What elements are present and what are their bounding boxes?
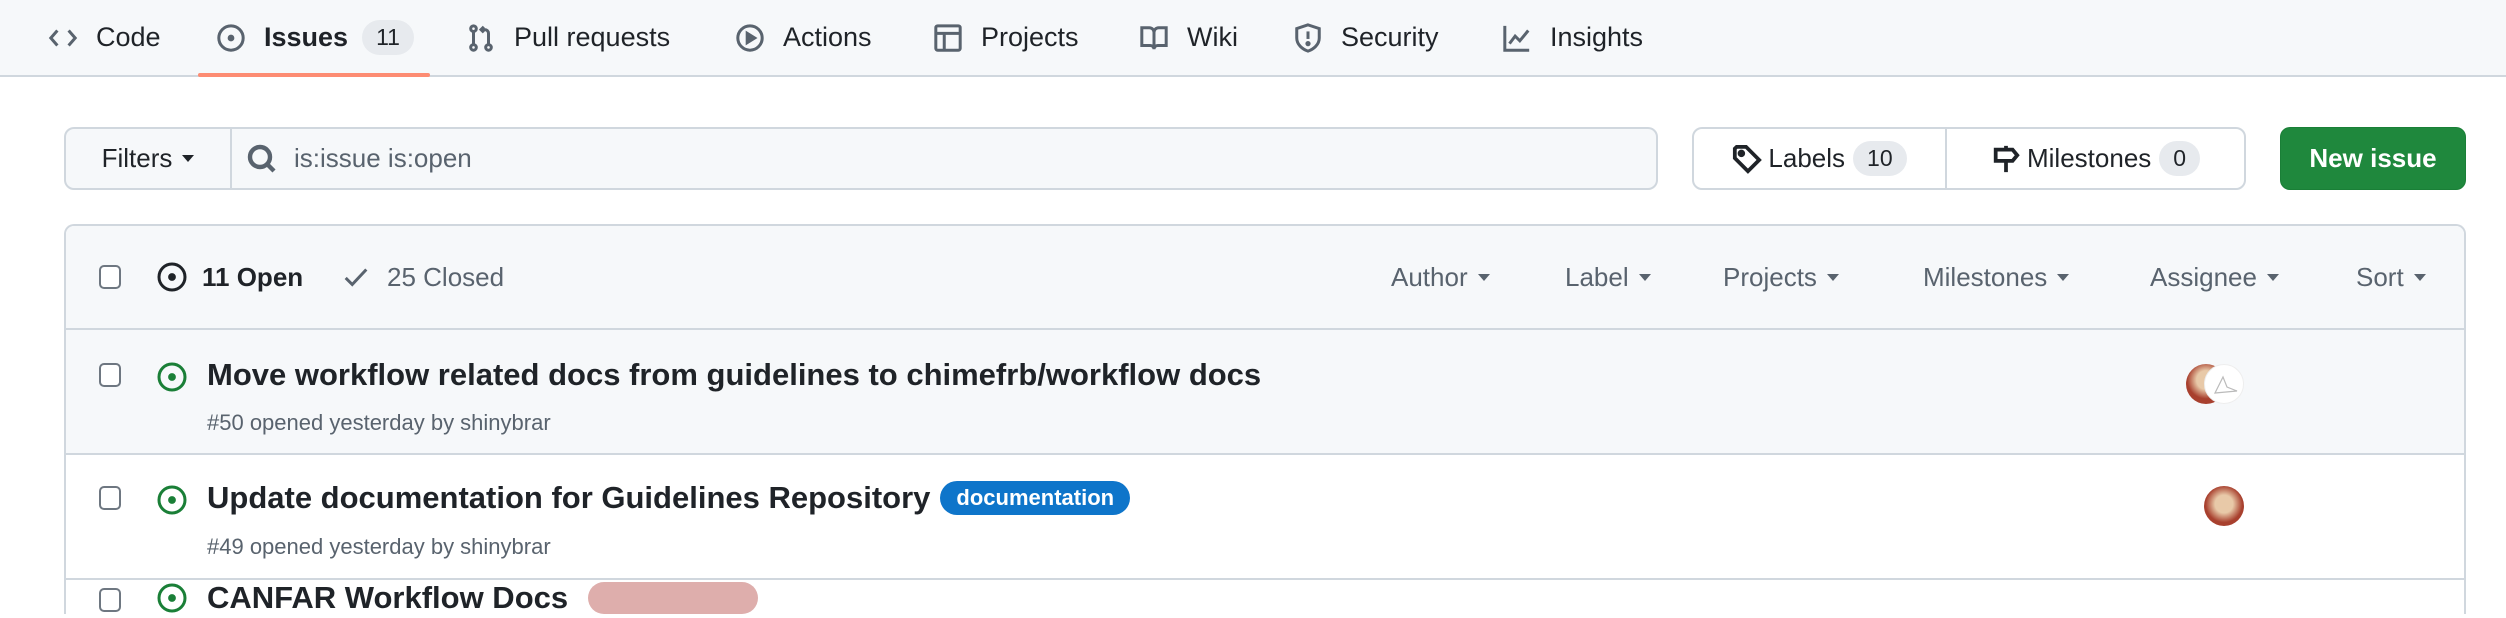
tab-insights[interactable]: Insights: [1502, 0, 1643, 75]
issue-row[interactable]: CANFAR Workflow Docs: [66, 580, 2464, 616]
shield-icon: [1295, 22, 1321, 53]
issue-title-link[interactable]: Move workflow related docs from guidelin…: [207, 357, 1261, 393]
repo-nav: Code Issues 11 Pull requests Actions Pro…: [0, 0, 2506, 77]
assignee-avatar[interactable]: [2204, 486, 2244, 526]
issue-title-link[interactable]: Update documentation for Guidelines Repo…: [207, 480, 1131, 516]
issue-opened-icon: [157, 362, 187, 392]
tab-label: Insights: [1550, 22, 1644, 52]
filter-bar: Filters: [64, 127, 1658, 190]
labels-milestones-group: Labels 10 Milestones 0: [1692, 127, 2246, 190]
code-icon: [48, 29, 78, 46]
play-icon: [736, 23, 764, 52]
issue-meta: #50 opened yesterday by shinybrar: [207, 410, 551, 435]
milestones-button[interactable]: Milestones 0: [1947, 129, 2244, 188]
tab-label: Security: [1341, 22, 1439, 52]
filter-label: Milestones: [1923, 261, 2048, 292]
closed-issues-filter[interactable]: 25 Closed: [341, 226, 504, 328]
issue-opened-icon: [157, 262, 187, 292]
tag-icon: [1733, 144, 1763, 174]
labels-count: 10: [1853, 141, 1907, 176]
tab-actions[interactable]: Actions: [735, 0, 872, 75]
issues-list-header: 11 Open 25 Closed Author Label Projects …: [66, 226, 2464, 330]
issue-opened-icon: [157, 583, 187, 613]
issue-row[interactable]: Move workflow related docs from guidelin…: [66, 330, 2464, 455]
assignee-filter[interactable]: Assignee: [2150, 226, 2279, 328]
issues-list: 11 Open 25 Closed Author Label Projects …: [64, 224, 2466, 616]
filter-label: Label: [1565, 261, 1629, 292]
tab-security[interactable]: Security: [1293, 0, 1439, 75]
tab-label: Code: [96, 22, 161, 52]
milestones-label: Milestones: [2027, 143, 2152, 173]
tab-code[interactable]: Code: [48, 0, 161, 75]
issue-title: CANFAR Workflow Docs: [207, 580, 569, 615]
filter-label: Projects: [1723, 261, 1817, 292]
tab-pull-requests[interactable]: Pull requests: [466, 0, 670, 75]
issue-label[interactable]: [588, 582, 759, 614]
select-all-checkbox[interactable]: [99, 265, 121, 289]
table-icon: [934, 23, 962, 52]
caret-down-icon: [2413, 273, 2426, 281]
check-icon: [344, 268, 368, 287]
tab-label: Wiki: [1187, 22, 1238, 52]
filter-label: Author: [1391, 261, 1468, 292]
filters-label: Filters: [101, 143, 173, 173]
avatar-image: [2213, 375, 2238, 394]
label-documentation[interactable]: documentation: [940, 481, 1131, 515]
filter-label: Assignee: [2150, 261, 2257, 292]
caret-down-icon: [1477, 273, 1490, 281]
issue-row[interactable]: Update documentation for Guidelines Repo…: [66, 455, 2464, 580]
issue-opened-icon: [157, 485, 187, 515]
filters-button[interactable]: Filters: [66, 129, 232, 188]
caret-down-icon: [1638, 273, 1651, 281]
search-icon: [247, 144, 276, 173]
search-input[interactable]: [294, 143, 1594, 174]
author-filter[interactable]: Author: [1391, 226, 1490, 328]
issue-checkbox[interactable]: [99, 486, 121, 510]
tab-label: Pull requests: [514, 22, 671, 52]
milestone-icon: [1993, 145, 2020, 172]
graph-icon: [1503, 25, 1530, 52]
milestones-filter[interactable]: Milestones: [1923, 226, 2070, 328]
new-issue-button[interactable]: New issue: [2280, 127, 2466, 190]
tab-label: Projects: [981, 22, 1079, 52]
issue-title: Update documentation for Guidelines Repo…: [207, 480, 931, 515]
issues-counter: 11: [362, 20, 414, 55]
active-tab-underline: [198, 73, 430, 77]
projects-filter[interactable]: Projects: [1723, 226, 1839, 328]
tab-label: Issues: [264, 22, 349, 52]
milestones-count: 0: [2159, 141, 2201, 176]
issue-checkbox[interactable]: [99, 588, 121, 612]
caret-down-icon: [182, 155, 195, 162]
issue-checkbox[interactable]: [99, 363, 121, 387]
book-icon: [1140, 25, 1168, 50]
assignee-avatar[interactable]: [2204, 364, 2244, 404]
open-count: 11 Open: [202, 261, 304, 292]
label-filter[interactable]: Label: [1565, 226, 1651, 328]
tab-issues[interactable]: Issues 11: [216, 0, 414, 75]
issue-title: Move workflow related docs from guidelin…: [207, 357, 1262, 392]
issue-opened-icon: [217, 23, 245, 52]
labels-label: Labels: [1768, 143, 1846, 173]
labels-button[interactable]: Labels 10: [1694, 129, 1948, 188]
tab-wiki[interactable]: Wiki: [1139, 0, 1238, 75]
closed-count: 25 Closed: [387, 261, 505, 292]
caret-down-icon: [2266, 273, 2279, 281]
sort-filter[interactable]: Sort: [2356, 226, 2426, 328]
tab-projects[interactable]: Projects: [933, 0, 1079, 75]
issue-meta: #49 opened yesterday by shinybrar: [207, 534, 551, 559]
caret-down-icon: [2057, 273, 2070, 281]
caret-down-icon: [1826, 273, 1839, 281]
git-pull-request-icon: [469, 23, 493, 52]
tab-label: Actions: [783, 22, 872, 52]
issue-title-link[interactable]: CANFAR Workflow Docs: [207, 580, 759, 616]
filter-label: Sort: [2356, 261, 2404, 292]
open-issues-filter[interactable]: 11 Open: [156, 226, 303, 328]
